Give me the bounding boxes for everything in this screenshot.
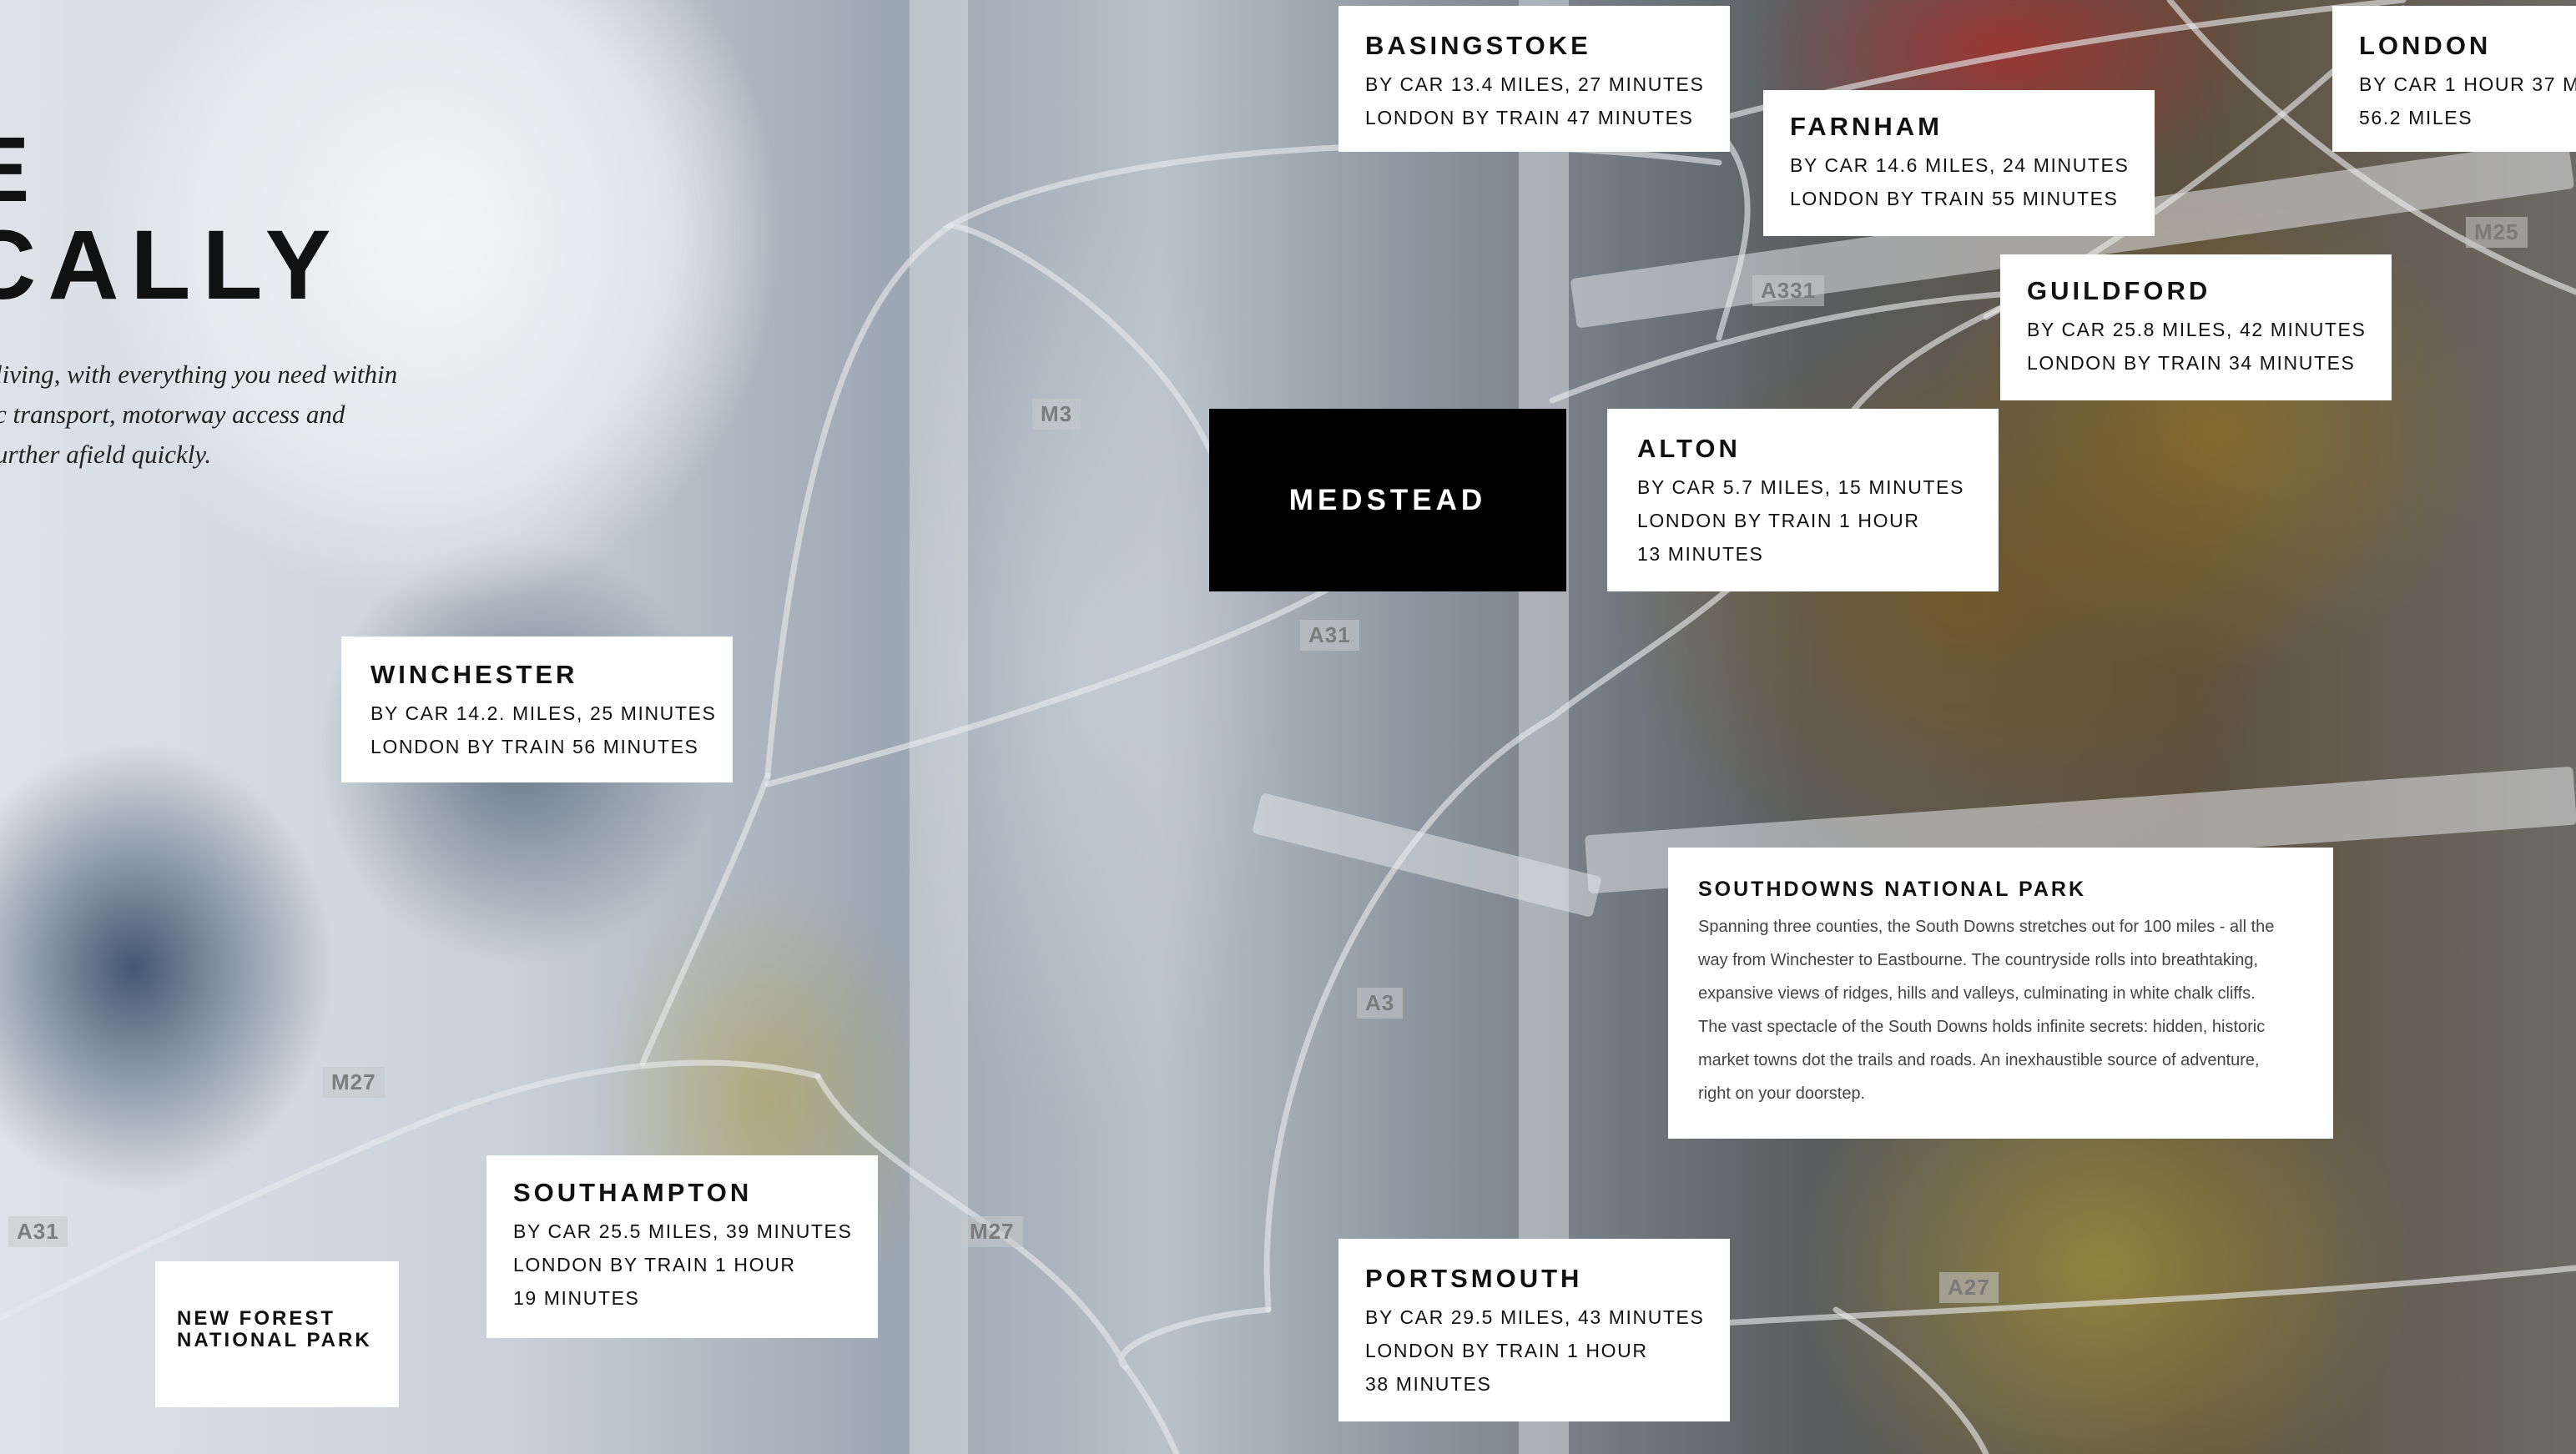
new-forest-national-park-card: NEW FOREST NATIONAL PARK xyxy=(155,1261,399,1407)
route-a27 xyxy=(1666,1265,2576,1330)
road-label-a3: A3 xyxy=(1357,988,1404,1019)
park-name-line: NEW FOREST xyxy=(177,1307,335,1330)
southdowns-description-line: right on your doorstep. xyxy=(1698,1084,1866,1103)
destination-train-time: LONDON BY TRAIN 34 MINUTES xyxy=(2027,352,2356,374)
destination-train-time: LONDON BY TRAIN 47 MINUTES xyxy=(1365,107,1694,128)
southdowns-description-line: expansive views of ridges, hills and val… xyxy=(1698,984,2256,1003)
southdowns-description-line: way from Winchester to Eastbourne. The c… xyxy=(1698,951,2259,969)
destination-car-time: BY CAR 25.5 MILES, 39 MINUTES xyxy=(513,1220,853,1242)
intro-line: urther afield quickly. xyxy=(0,440,212,469)
road-label-m25: M25 xyxy=(2466,217,2528,248)
destination-card-basingstoke: BASINGSTOKE BY CAR 13.4 MILES, 27 MINUTE… xyxy=(1338,6,1730,152)
southdowns-title: SOUTHDOWNS NATIONAL PARK xyxy=(1698,878,2087,901)
destination-car-time: BY CAR 1 HOUR 37 MI xyxy=(2359,73,2576,95)
southdowns-description-line: The vast spectacle of the South Downs ho… xyxy=(1698,1018,2266,1036)
destination-car-time: BY CAR 25.8 MILES, 42 MINUTES xyxy=(2027,319,2367,340)
intro-line: living, with everything you need within xyxy=(0,360,398,389)
location-map-page: M3 A331 M25 A31 A3 M27 M27 A31 A27 E CAL… xyxy=(0,0,2576,1454)
southdowns-description-line: Spanning three counties, the South Downs… xyxy=(1698,918,2275,936)
route-winchester-southampton xyxy=(639,772,771,1067)
destination-card-guildford: GUILDFORD BY CAR 25.8 MILES, 42 MINUTES … xyxy=(2000,254,2392,400)
route-east-south xyxy=(1832,1306,1989,1454)
destination-card-southampton: SOUTHAMPTON BY CAR 25.5 MILES, 39 MINUTE… xyxy=(486,1155,878,1338)
road-label-a31: A31 xyxy=(1300,620,1359,651)
route-alton-guildford xyxy=(1549,289,2039,404)
intro-text: living, with everything you need within … xyxy=(0,355,429,475)
destination-name: BASINGSTOKE xyxy=(1365,31,1591,60)
route-basingstoke-farnham xyxy=(1716,138,1751,341)
destination-train-time: 13 MINUTES xyxy=(1637,543,1764,565)
destination-car-time: BY CAR 13.4 MILES, 27 MINUTES xyxy=(1365,73,1705,95)
southdowns-national-park-card: SOUTHDOWNS NATIONAL PARK Spanning three … xyxy=(1668,848,2333,1139)
destination-card-london: LONDON BY CAR 1 HOUR 37 MI 56.2 MILES xyxy=(2332,6,2576,152)
destination-name: GUILDFORD xyxy=(2027,276,2211,305)
destination-name: LONDON xyxy=(2359,31,2492,60)
center-location-name: MEDSTEAD xyxy=(1288,483,1487,516)
destination-train-time: 19 MINUTES xyxy=(513,1287,640,1309)
destination-train-time: LONDON BY TRAIN 56 MINUTES xyxy=(371,736,699,757)
destination-train-time: 38 MINUTES xyxy=(1365,1373,1492,1395)
destination-train-time: LONDON BY TRAIN 55 MINUTES xyxy=(1790,188,2119,209)
southdowns-description-line: market towns dot the trails and roads. A… xyxy=(1698,1051,2260,1069)
headline-line-2: CALLY xyxy=(0,210,343,320)
destination-card-farnham: FARNHAM BY CAR 14.6 MILES, 24 MINUTES LO… xyxy=(1763,90,2155,236)
road-label-a31: A31 xyxy=(8,1216,68,1247)
road-label-m27: M27 xyxy=(961,1216,1023,1247)
destination-train-time: LONDON BY TRAIN 1 HOUR xyxy=(1637,510,1920,531)
road-label-a331: A331 xyxy=(1752,275,1825,306)
route-m3-winchester xyxy=(764,222,955,779)
destination-train-time: LONDON BY TRAIN 1 HOUR xyxy=(513,1254,796,1275)
destination-train-time: LONDON BY TRAIN 1 HOUR xyxy=(1365,1340,1648,1361)
center-location-medstead: MEDSTEAD xyxy=(1209,409,1566,591)
intro-line: c transport, motorway access and xyxy=(0,400,345,429)
road-label-a27: A27 xyxy=(1939,1272,1999,1303)
route-a31-medstead xyxy=(764,572,1355,787)
headline-line-1: E xyxy=(0,117,41,223)
destination-name: FARNHAM xyxy=(1790,112,1943,141)
destination-car-time: BY CAR 14.2. MILES, 25 MINUTES xyxy=(371,702,717,724)
route-portsmouth-southampton xyxy=(814,1073,1272,1371)
road-label-m3: M3 xyxy=(1032,399,1081,430)
destination-car-time: BY CAR 14.6 MILES, 24 MINUTES xyxy=(1790,154,2130,176)
park-name-line: NATIONAL PARK xyxy=(177,1329,372,1351)
road-label-m27: M27 xyxy=(323,1067,385,1098)
destination-name: SOUTHAMPTON xyxy=(513,1178,753,1207)
destination-car-time: BY CAR 29.5 MILES, 43 MINUTES xyxy=(1365,1306,1705,1328)
destination-name: ALTON xyxy=(1637,434,1741,463)
destination-card-alton: ALTON BY CAR 5.7 MILES, 15 MINUTES LONDO… xyxy=(1607,409,1999,591)
destination-car-time: BY CAR 5.7 MILES, 15 MINUTES xyxy=(1637,476,1965,498)
destination-name: WINCHESTER xyxy=(371,660,578,689)
route-m27-south xyxy=(1123,1365,1180,1454)
destination-name: PORTSMOUTH xyxy=(1365,1264,1583,1293)
destination-distance: 56.2 MILES xyxy=(2359,107,2473,128)
destination-card-portsmouth: PORTSMOUTH BY CAR 29.5 MILES, 43 MINUTES… xyxy=(1338,1239,1730,1421)
destination-card-winchester: WINCHESTER BY CAR 14.2. MILES, 25 MINUTE… xyxy=(341,636,733,782)
